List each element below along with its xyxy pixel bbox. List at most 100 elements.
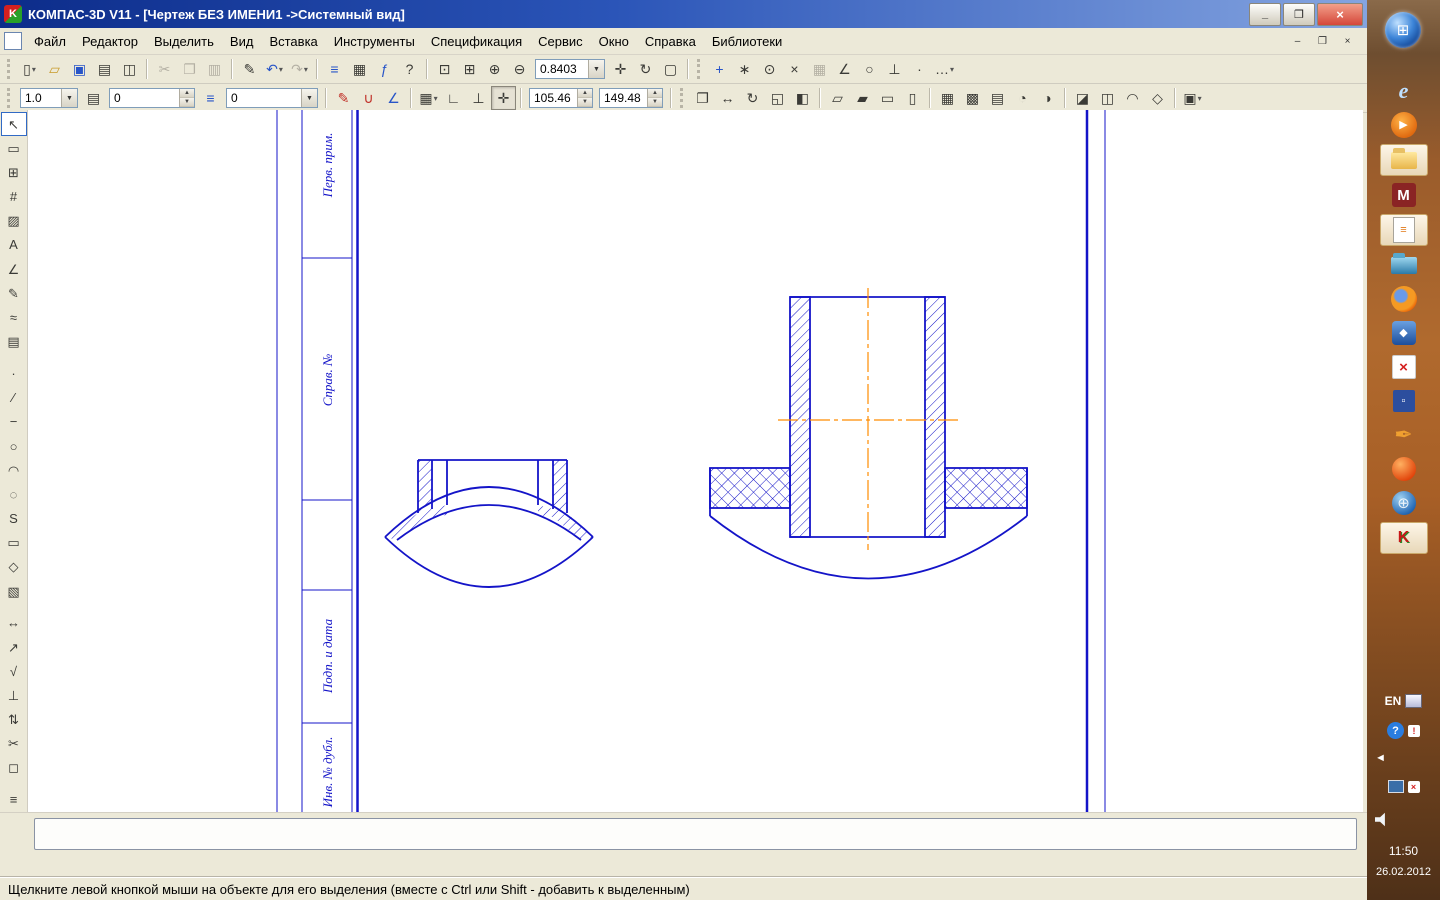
close-button[interactable]: × <box>1317 3 1363 26</box>
menu-item-3[interactable]: Вид <box>222 31 262 52</box>
specification-button[interactable]: ≡ <box>322 57 347 81</box>
snap-settings-button[interactable]: …▾ <box>932 57 957 81</box>
snap-intersection-button[interactable]: × <box>782 57 807 81</box>
copy-curve-button[interactable]: ▱ <box>825 86 850 110</box>
snap-midpoint-button[interactable]: ∗ <box>732 57 757 81</box>
deform-rotate-button[interactable]: ◑ <box>1035 86 1060 110</box>
extend-curve-button[interactable]: ◫ <box>1095 86 1120 110</box>
dropdown-arrow-icon[interactable]: ▾ <box>32 65 36 74</box>
select-frame-tool-button[interactable]: ▭ <box>1 136 27 160</box>
zoom-all-button[interactable]: ⊞ <box>457 57 482 81</box>
layers-panel-button[interactable]: ▤ <box>81 86 106 110</box>
menu-item-10[interactable]: Библиотеки <box>704 31 790 52</box>
zoom-area-button[interactable]: ⊡ <box>432 57 457 81</box>
backup-app-taskbar-button[interactable]: ▫ <box>1384 386 1424 416</box>
undo-button[interactable]: ↶▾ <box>262 57 287 81</box>
curve-tool-button[interactable]: S <box>1 506 27 530</box>
spreadsheet-tool-button[interactable]: ⊞ <box>1 160 27 184</box>
zoom-in-button[interactable]: ⊕ <box>482 57 507 81</box>
shading-tool-button[interactable]: ▨ <box>1 209 27 233</box>
variables-button[interactable]: ƒ <box>372 57 397 81</box>
array-line-button[interactable]: ▤ <box>985 86 1010 110</box>
explorer-folder-taskbar-button[interactable] <box>1380 144 1428 176</box>
current-layer-combo[interactable]: 0▼ <box>226 88 318 108</box>
snap-point-button[interactable]: + <box>707 57 732 81</box>
trim-tool-button[interactable]: ✂ <box>1 732 27 756</box>
save-document-button[interactable]: ▣ <box>67 57 92 81</box>
snap-tangent-button[interactable]: ○ <box>857 57 882 81</box>
hatch-tool-tool-button[interactable]: ▧ <box>1 579 27 603</box>
coordinate-y-field[interactable]: 149.48▲▼ <box>599 88 663 108</box>
menu-item-8[interactable]: Окно <box>591 31 637 52</box>
internet-explorer-taskbar-button[interactable]: e <box>1384 76 1424 106</box>
menu-item-6[interactable]: Спецификация <box>423 31 530 52</box>
speaker-icon[interactable] <box>1375 812 1393 827</box>
menu-item-2[interactable]: Выделить <box>146 31 222 52</box>
spline-tool-button[interactable]: ≈ <box>1 305 27 329</box>
minimize-button[interactable]: _ <box>1249 3 1281 26</box>
snap-mode-button[interactable]: ✛ <box>491 86 516 110</box>
grid-tool-button[interactable]: # <box>1 185 27 209</box>
dropdown-arrow-icon[interactable]: ▼ <box>588 60 604 78</box>
slope-mode-button[interactable]: ∠ <box>381 86 406 110</box>
menu-item-4[interactable]: Вставка <box>261 31 325 52</box>
paste-button[interactable]: ▥ <box>202 57 227 81</box>
copy-button[interactable]: ❐ <box>177 57 202 81</box>
dimension-tool-button[interactable]: ↔ <box>1 611 27 635</box>
text-tool-button[interactable]: A <box>1 233 27 257</box>
select-tool-button[interactable]: ↖ <box>1 112 27 136</box>
firefox-taskbar-button[interactable] <box>1384 284 1424 314</box>
copy-properties-button[interactable]: ✎ <box>237 57 262 81</box>
spinner-up-icon[interactable]: ▲ <box>180 89 194 98</box>
menu-item-7[interactable]: Сервис <box>530 31 591 52</box>
section-line-tool-button[interactable]: ⇅ <box>1 708 27 732</box>
copy-line-button[interactable]: ▯ <box>900 86 925 110</box>
grid-toggle-button[interactable]: ▦▾ <box>416 86 441 110</box>
pencil-tool-button[interactable]: ✎ <box>1 281 27 305</box>
drawing-svg[interactable]: Перв. прим. Справ. № Подп. и дата Инв. №… <box>28 110 1363 812</box>
property-message-field[interactable] <box>34 818 1357 850</box>
perpendicular-tool-button[interactable]: ⊥ <box>1 683 27 707</box>
mdi-minimize-button[interactable]: – <box>1286 32 1309 51</box>
language-bar-icon[interactable] <box>1405 694 1422 708</box>
coordinate-x-spinner[interactable]: ▲▼ <box>577 89 592 107</box>
move-object-button[interactable]: ↔ <box>715 86 740 110</box>
safely-remove-icon[interactable]: × <box>1408 781 1420 793</box>
tray-alert-icon[interactable]: ! <box>1408 725 1420 737</box>
media-player-taskbar-button[interactable]: ▶ <box>1384 110 1424 140</box>
chamfer-button[interactable]: ◇ <box>1145 86 1170 110</box>
help-icon[interactable]: ? <box>1387 722 1404 739</box>
spinner-up-icon[interactable]: ▲ <box>578 89 592 98</box>
dropdown-arrow-icon[interactable]: ▾ <box>1198 94 1202 103</box>
leader-tool-button[interactable]: ↗ <box>1 635 27 659</box>
redo-button[interactable]: ↷▾ <box>287 57 312 81</box>
vertex-count-field[interactable]: 0▲▼ <box>109 88 195 108</box>
orange-ball-app-taskbar-button[interactable] <box>1384 454 1424 484</box>
rectangle-tool-button[interactable]: ▭ <box>1 531 27 555</box>
dropdown-arrow-icon[interactable]: ▼ <box>61 89 77 107</box>
trim-curve-button[interactable]: ◪ <box>1070 86 1095 110</box>
erase-tool-button[interactable]: ◻ <box>1 756 27 780</box>
scale-object-button[interactable]: ◱ <box>765 86 790 110</box>
ellipse-tool-button[interactable]: ◌ <box>1 482 27 506</box>
vertex-count-spinner[interactable]: ▲▼ <box>179 89 194 107</box>
snap-grid-button[interactable]: ▦ <box>807 57 832 81</box>
snap-center-button[interactable]: ⊙ <box>757 57 782 81</box>
clock-time[interactable]: 11:50 <box>1389 844 1418 858</box>
pencil-mode-button[interactable]: ✎ <box>331 86 356 110</box>
fillet-button[interactable]: ◠ <box>1120 86 1145 110</box>
open-document-window-taskbar-button[interactable]: ≡ <box>1380 214 1428 246</box>
mirror-object-button[interactable]: ◧ <box>790 86 815 110</box>
angle-tool-button[interactable]: ∠ <box>1 257 27 281</box>
print-preview-button[interactable]: ◫ <box>117 57 142 81</box>
coordinate-x-field[interactable]: 105.46▲▼ <box>529 88 593 108</box>
layer-manager-button[interactable]: ≡ <box>198 86 223 110</box>
segment-tool-button[interactable]: − <box>1 410 27 434</box>
zoom-combo[interactable]: 0.8403▼ <box>535 59 605 79</box>
surface-finish-tool-button[interactable]: √ <box>1 659 27 683</box>
layers-tool-button[interactable]: ▤ <box>1 330 27 354</box>
line-tool-button[interactable]: ∕ <box>1 386 27 410</box>
zoom-out-button[interactable]: ⊖ <box>507 57 532 81</box>
kompas-active-taskbar-button[interactable]: K <box>1380 522 1428 554</box>
array-ring-button[interactable]: ▩ <box>960 86 985 110</box>
